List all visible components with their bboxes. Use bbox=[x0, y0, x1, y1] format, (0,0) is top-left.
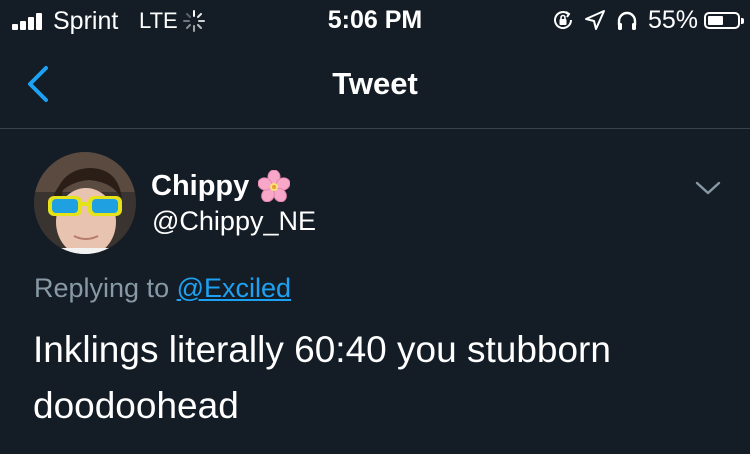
avatar-image bbox=[34, 152, 136, 254]
navigation-bar: Tweet bbox=[0, 40, 750, 129]
chevron-down-icon[interactable] bbox=[693, 178, 723, 198]
tweet-text: Inklings literally 60:40 you stubborn do… bbox=[33, 329, 611, 426]
battery-percent: 55% bbox=[647, 6, 698, 34]
location-arrow-icon bbox=[584, 10, 605, 30]
replying-to-label: Replying to bbox=[34, 273, 170, 303]
author-display-name[interactable]: Chippy bbox=[151, 169, 249, 203]
author-name-row[interactable]: Chippy bbox=[151, 168, 291, 204]
status-bar: Sprint LTE 5:06 PM 55% bbox=[0, 0, 750, 40]
replying-to-line: Replying to @Exciled bbox=[34, 273, 291, 303]
author-handle[interactable]: @Chippy_NE bbox=[152, 206, 316, 236]
headphones-icon bbox=[617, 11, 637, 30]
orientation-lock-icon bbox=[553, 11, 572, 29]
tweet-screen: Sprint LTE 5:06 PM 55% Tweet Chippy @Chi… bbox=[0, 0, 750, 454]
cherry-blossom-icon bbox=[258, 170, 291, 202]
mention-link[interactable]: @Exciled bbox=[177, 273, 291, 303]
battery-level-fill bbox=[708, 15, 723, 25]
avatar[interactable] bbox=[34, 152, 136, 254]
battery-icon bbox=[704, 11, 744, 29]
page-title: Tweet bbox=[332, 66, 418, 101]
status-icons: 55% bbox=[551, 6, 744, 34]
